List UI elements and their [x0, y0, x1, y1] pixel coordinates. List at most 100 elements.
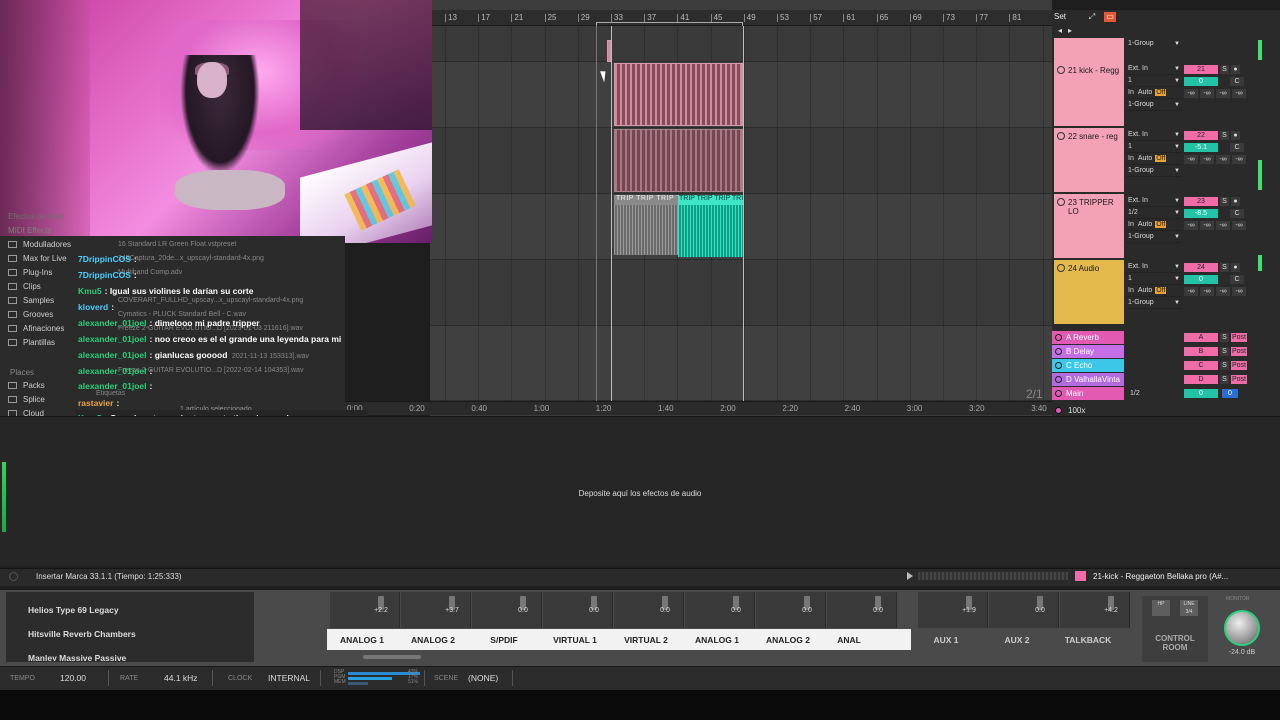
browser-category[interactable]: Grooves — [8, 310, 53, 319]
track-header[interactable]: 23 TRIPPER LO — [1054, 194, 1124, 258]
arm-icon[interactable]: ● — [1231, 131, 1240, 140]
pan-field[interactable]: C — [1230, 143, 1244, 152]
input-channel[interactable]: 1 ▼ — [1126, 75, 1182, 87]
input-channel[interactable]: 1 ▼ — [1126, 141, 1182, 153]
bar-number[interactable]: 45 — [710, 13, 723, 22]
lane-group[interactable] — [430, 26, 1052, 62]
solo-button[interactable]: S — [1220, 197, 1229, 206]
chat-username[interactable]: 7DrippinCOS — [78, 270, 131, 280]
time-mark[interactable]: 3:20 — [969, 404, 985, 413]
return-controls[interactable]: B S Post — [1184, 345, 1256, 358]
send-b-icon[interactable]: -∞ — [1200, 155, 1214, 164]
clip-snare[interactable] — [614, 129, 743, 192]
tempo-value[interactable]: 120.00 — [60, 673, 86, 683]
time-mark[interactable]: 2:20 — [782, 404, 798, 413]
chat-username[interactable]: rastavier — [78, 398, 113, 408]
bar-number[interactable]: 53 — [777, 13, 789, 22]
send-a-icon[interactable]: -∞ — [1184, 221, 1198, 230]
input-type[interactable]: Ext. In ▼ — [1126, 63, 1182, 75]
output-group[interactable]: 1-Group ▼ — [1126, 165, 1182, 177]
monitor-auto[interactable]: Auto — [1138, 287, 1152, 294]
monitor-in[interactable]: In — [1128, 287, 1134, 294]
return-controls[interactable]: A S Post — [1184, 331, 1256, 344]
volume-field[interactable]: 0 — [1184, 275, 1218, 284]
bar-number[interactable]: 69 — [909, 13, 922, 22]
monitor-off[interactable]: Off — [1155, 287, 1167, 294]
output-group[interactable]: 1-Group ▼ — [1126, 99, 1182, 111]
rate-value[interactable]: 44.1 kHz — [164, 673, 198, 683]
track-header[interactable]: 21 kick - Regg — [1054, 62, 1124, 126]
monitor-row[interactable]: In Auto Off — [1126, 87, 1182, 99]
main-controls[interactable]: 00 — [1184, 387, 1256, 400]
monitor-in[interactable]: In — [1128, 155, 1134, 162]
time-mark[interactable]: 2:00 — [720, 404, 736, 413]
return-activator-icon[interactable] — [1055, 348, 1062, 355]
chevron-down-icon[interactable]: ▼ — [1174, 297, 1180, 309]
bar-number[interactable]: 65 — [876, 13, 889, 22]
return-letter[interactable]: A — [1184, 332, 1218, 342]
channel-label[interactable]: VIRTUAL 1 — [540, 635, 610, 645]
send-d-icon[interactable]: -∞ — [1232, 221, 1246, 230]
return-track[interactable]: C Echo — [1052, 359, 1124, 372]
status-circle-icon[interactable] — [9, 572, 18, 581]
track-mixer[interactable]: 21 S ● 0 C -∞ -∞ -∞ -∞ — [1184, 65, 1256, 101]
play-icon[interactable] — [907, 572, 913, 580]
chevron-down-icon[interactable]: ▼ — [1174, 75, 1180, 87]
browser-hidden-1[interactable]: Efectos de Audi — [8, 212, 64, 221]
aux-label[interactable]: AUX 1 — [916, 635, 976, 645]
main-channel[interactable]: 1/2 — [1130, 390, 1140, 397]
clock-value[interactable]: INTERNAL — [268, 673, 310, 683]
chat-username[interactable]: 7DrippinCOS — [78, 254, 131, 264]
send-d-icon[interactable]: -∞ — [1232, 89, 1246, 98]
chevron-down-icon[interactable]: ▼ — [1174, 38, 1180, 50]
solo-button[interactable]: S — [1220, 332, 1229, 342]
chevron-down-icon[interactable]: ▼ — [1174, 129, 1180, 141]
monitor-row[interactable]: In Auto Off — [1126, 219, 1182, 231]
volume-field[interactable]: -5.1 — [1184, 143, 1218, 152]
time-ruler[interactable]: 0:00 0:20 0:40 1:00 1:20 1:40 2:00 2:20 2:40 3:00… — [345, 401, 1052, 415]
pan-field[interactable]: C — [1230, 77, 1244, 86]
pan-field[interactable]: C — [1230, 209, 1244, 218]
bar-number[interactable]: 57 — [810, 13, 822, 22]
track-io[interactable]: Ext. In ▼ 1 ▼ In Auto Off 1-Group ▼ — [1126, 129, 1182, 177]
track-number[interactable]: 23 — [1184, 197, 1218, 206]
chevron-down-icon[interactable]: ▼ — [1174, 141, 1180, 153]
solo-button[interactable]: S — [1220, 374, 1229, 384]
send-post-button[interactable]: Post — [1231, 374, 1247, 384]
send-d-icon[interactable]: -∞ — [1232, 287, 1246, 296]
bar-number[interactable]: 81 — [1009, 13, 1021, 22]
time-mark[interactable]: 1:20 — [596, 404, 612, 413]
output-group[interactable]: 1-Group ▼ — [1126, 297, 1182, 309]
send-a-icon[interactable]: -∞ — [1184, 287, 1198, 296]
chat-username[interactable]: kloverd — [78, 302, 108, 312]
monitor-in[interactable]: In — [1128, 89, 1134, 96]
browser-hidden-2[interactable]: MIDI Effects — [8, 226, 51, 235]
bar-number[interactable]: 61 — [843, 13, 855, 22]
send-a-icon[interactable]: -∞ — [1184, 89, 1198, 98]
input-channel[interactable]: 1/2 ▼ — [1126, 207, 1182, 219]
bar-number[interactable]: 77 — [976, 13, 988, 22]
lane-audio[interactable] — [430, 260, 1052, 326]
solo-button[interactable]: S — [1220, 131, 1229, 140]
time-mark[interactable]: 1:00 — [534, 404, 550, 413]
places-item[interactable]: Packs — [8, 381, 45, 390]
return-controls[interactable]: C S Post — [1184, 359, 1256, 372]
time-mark[interactable]: 1:40 — [658, 404, 674, 413]
expand-icon[interactable]: ⤢ — [1086, 12, 1098, 22]
clip-tripper-teal[interactable] — [678, 205, 743, 257]
send-b-icon[interactable]: -∞ — [1200, 221, 1214, 230]
send-b-icon[interactable]: -∞ — [1200, 287, 1214, 296]
drop-zone-text[interactable]: Deposite aquí los efectos de audio — [0, 489, 1280, 498]
input-type[interactable]: Ext. In ▼ — [1126, 129, 1182, 141]
send-post-button[interactable]: Post — [1231, 346, 1247, 356]
track-mixer[interactable]: 23 S ● -8.5 C -∞ -∞ -∞ -∞ — [1184, 197, 1256, 233]
browser-category[interactable]: Max for Live — [8, 254, 67, 263]
input-channel[interactable]: 1 ▼ — [1126, 273, 1182, 285]
send-d-icon[interactable]: -∞ — [1232, 155, 1246, 164]
monitor-row[interactable]: In Auto Off — [1126, 153, 1182, 165]
bar-number[interactable]: 73 — [943, 13, 955, 22]
return-activator-icon[interactable] — [1055, 362, 1062, 369]
channel-label[interactable]: ANALOG 1 — [682, 635, 752, 645]
track-number[interactable]: 21 — [1184, 65, 1218, 74]
monitor-off[interactable]: Off — [1155, 155, 1167, 162]
